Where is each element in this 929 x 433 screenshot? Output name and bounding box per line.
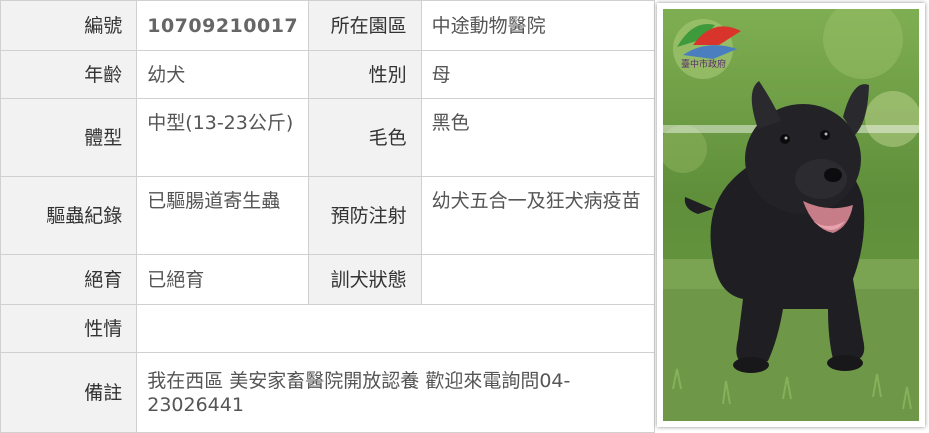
table-row: 絕育 已絕育 訓犬狀態 <box>0 254 656 305</box>
deworm-label: 驅蟲紀錄 <box>0 176 138 255</box>
deworm-value: 已驅腸道寄生蟲 <box>136 176 310 255</box>
vaccine-value: 幼犬五合一及狂犬病疫苗 <box>420 176 656 255</box>
training-label: 訓犬狀態 <box>308 254 422 305</box>
size-value: 中型(13-23公斤) <box>136 98 310 177</box>
notes-label: 備註 <box>0 352 138 433</box>
coat-label: 毛色 <box>308 98 422 177</box>
notes-value: 我在西區 美安家畜醫院開放認養 歡迎來電詢問04-23026441 <box>136 352 655 433</box>
age-label: 年齡 <box>0 50 138 99</box>
age-value: 幼犬 <box>136 50 310 99</box>
neuter-value: 已絕育 <box>136 254 310 305</box>
coat-value: 黑色 <box>420 98 656 177</box>
pet-photo: 臺中市政府 <box>663 9 919 421</box>
table-row: 備註 我在西區 美安家畜醫院開放認養 歡迎來電詢問04-23026441 <box>0 352 655 433</box>
vaccine-label: 預防注射 <box>308 176 422 255</box>
shelter-label: 所在園區 <box>308 0 422 51</box>
id-value: 10709210017 <box>136 0 310 51</box>
table-row: 體型 中型(13-23公斤) 毛色 黑色 <box>0 98 656 177</box>
table-row: 年齡 幼犬 性別 母 <box>0 50 656 99</box>
table-row: 編號 10709210017 所在園區 中途動物醫院 <box>0 0 656 51</box>
temperament-value <box>136 304 655 353</box>
training-value <box>420 254 656 305</box>
table-row: 性情 <box>0 304 655 353</box>
pet-photo-frame: 臺中市政府 <box>657 3 925 427</box>
sex-label: 性別 <box>308 50 422 99</box>
size-label: 體型 <box>0 98 138 177</box>
sex-value: 母 <box>420 50 656 99</box>
watermark-text: 臺中市政府 <box>681 58 726 70</box>
neuter-label: 絕育 <box>0 254 138 305</box>
id-label: 編號 <box>0 0 138 51</box>
temperament-label: 性情 <box>0 304 138 353</box>
pet-info-table: 編號 10709210017 所在園區 中途動物醫院 年齡 幼犬 性別 母 體型… <box>0 0 656 433</box>
table-row: 驅蟲紀錄 已驅腸道寄生蟲 預防注射 幼犬五合一及狂犬病疫苗 <box>0 176 656 255</box>
shelter-value: 中途動物醫院 <box>420 0 656 51</box>
